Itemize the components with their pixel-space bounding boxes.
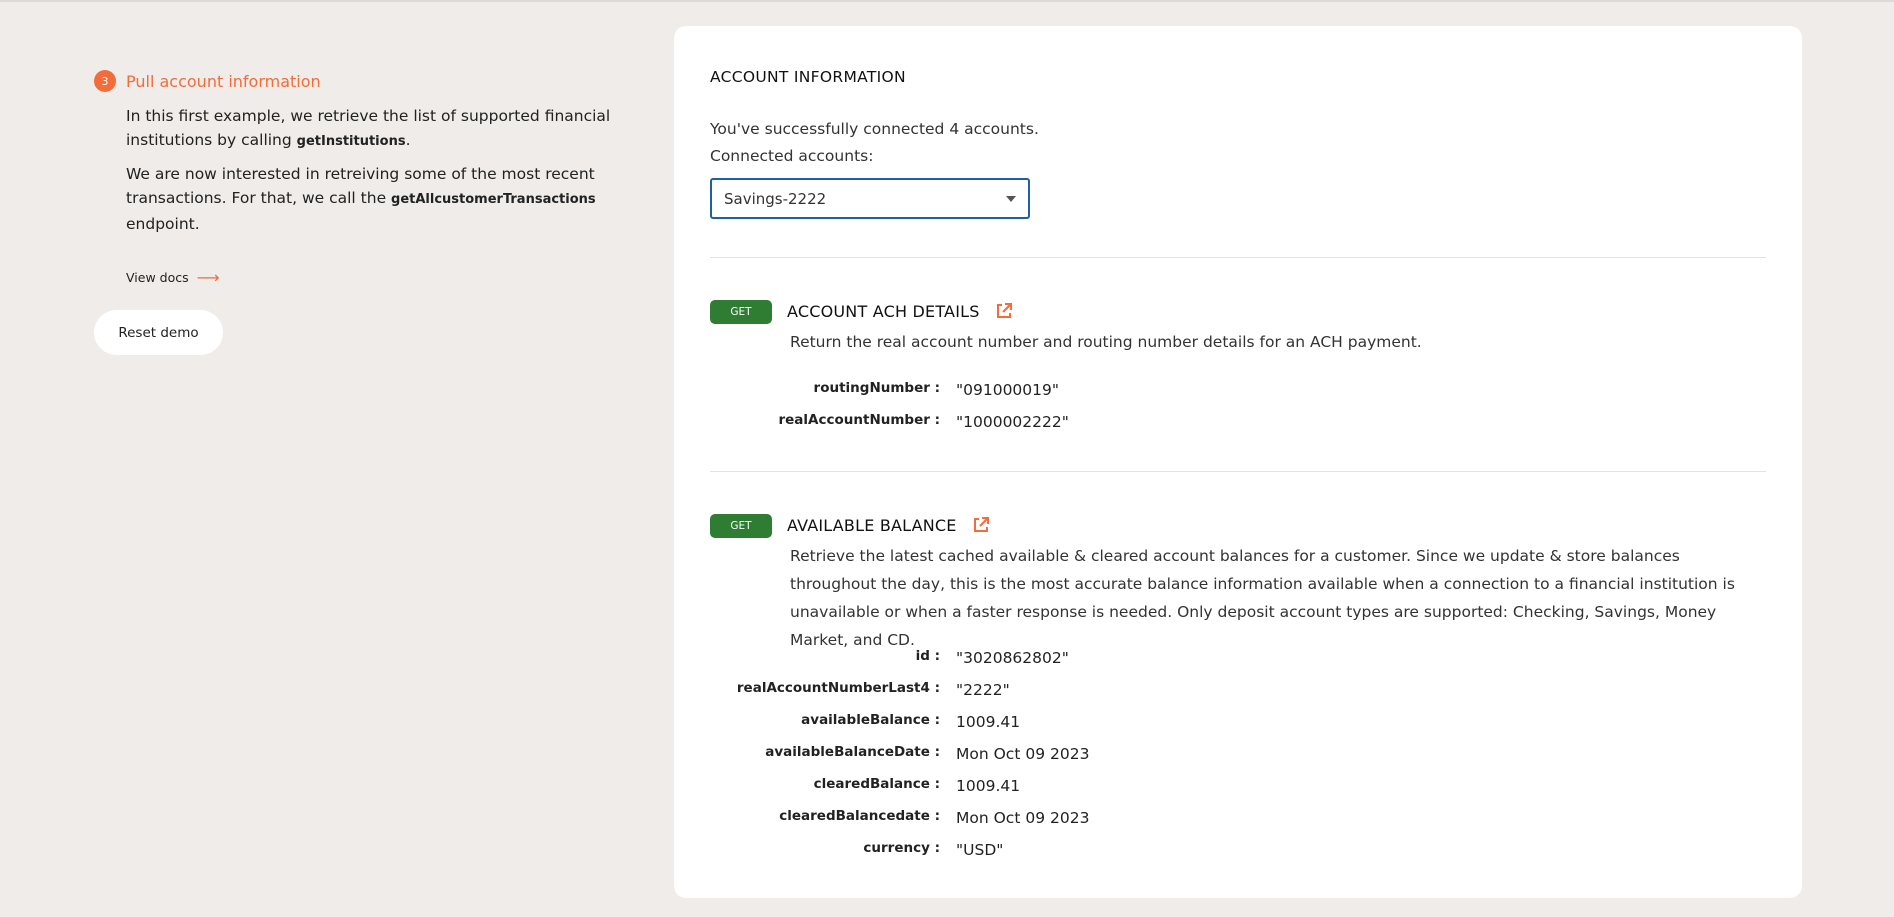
field-value: Mon Oct 09 2023	[956, 745, 1090, 763]
field-key: currency :	[863, 840, 940, 856]
account-select-value: Savings-2222	[724, 189, 827, 208]
field-key: realAccountNumber :	[778, 412, 940, 428]
field-row: routingNumber : "091000019"	[710, 380, 1510, 402]
external-link-icon[interactable]	[971, 515, 991, 535]
field-value: "091000019"	[956, 381, 1060, 399]
field-key: clearedBalancedate :	[779, 808, 940, 824]
endpoint-title: ACCOUNT ACH DETAILS	[787, 301, 1014, 321]
endpoint-title-text: ACCOUNT ACH DETAILS	[787, 301, 980, 321]
step-paragraph-2: We are now interested in retreiving some…	[126, 162, 626, 236]
endpoint-description: Return the real account number and routi…	[790, 333, 1422, 351]
step-paragraph-1: In this first example, we retrieve the l…	[126, 104, 626, 154]
step-panel: 3 Pull account information In this first…	[94, 70, 634, 244]
get-method-badge: GET	[710, 514, 772, 538]
field-value: "1000002222"	[956, 413, 1069, 431]
field-key: clearedBalance :	[813, 776, 940, 792]
field-value: "2222"	[956, 681, 1010, 699]
arrow-right-icon: ⟶	[196, 267, 220, 287]
step-title: Pull account information	[126, 71, 321, 91]
step-number-badge: 3	[94, 70, 116, 92]
section-title: ACCOUNT INFORMATION	[710, 68, 906, 86]
field-row: clearedBalancedate : Mon Oct 09 2023	[710, 808, 1510, 830]
field-row: realAccountNumberLast4 : "2222"	[710, 680, 1510, 702]
code-getinstitutions: getInstitutions	[296, 134, 406, 149]
divider	[710, 257, 1766, 258]
field-value: 1009.41	[956, 713, 1021, 731]
external-link-icon[interactable]	[994, 301, 1014, 321]
field-key: availableBalance :	[801, 712, 940, 728]
field-value: "USD"	[956, 841, 1004, 859]
field-row: clearedBalance : 1009.41	[710, 776, 1510, 798]
connected-status-text: You've successfully connected 4 accounts…	[710, 120, 1039, 138]
step-p2-suffix: endpoint.	[126, 215, 200, 233]
field-key: routingNumber :	[813, 380, 940, 396]
view-docs-link[interactable]: View docs ⟶	[126, 267, 220, 287]
field-key: id :	[915, 648, 940, 664]
top-border	[0, 0, 1894, 2]
field-value: Mon Oct 09 2023	[956, 809, 1090, 827]
endpoint-title: AVAILABLE BALANCE	[787, 515, 991, 535]
connected-accounts-label: Connected accounts:	[710, 147, 874, 165]
field-row: availableBalanceDate : Mon Oct 09 2023	[710, 744, 1510, 766]
account-select[interactable]: Savings-2222	[710, 178, 1030, 219]
field-row: currency : "USD"	[710, 840, 1510, 862]
field-value: "3020862802"	[956, 649, 1069, 667]
field-row: realAccountNumber : "1000002222"	[710, 412, 1510, 434]
get-method-badge: GET	[710, 300, 772, 324]
step-header: 3 Pull account information	[94, 70, 634, 92]
account-information-card: ACCOUNT INFORMATION You've successfully …	[674, 26, 1802, 898]
endpoint-title-text: AVAILABLE BALANCE	[787, 515, 957, 535]
field-row: id : "3020862802"	[710, 648, 1510, 670]
caret-down-icon	[1006, 196, 1016, 202]
step-p1-suffix: .	[405, 131, 411, 149]
field-value: 1009.41	[956, 777, 1021, 795]
endpoint-description: Retrieve the latest cached available & c…	[790, 547, 1735, 649]
code-getallcustomertransactions: getAllcustomerTransactions	[391, 192, 596, 207]
divider	[710, 471, 1766, 472]
reset-demo-button[interactable]: Reset demo	[94, 310, 223, 355]
field-row: availableBalance : 1009.41	[710, 712, 1510, 734]
view-docs-label: View docs	[126, 270, 189, 285]
field-key: availableBalanceDate :	[765, 744, 940, 760]
field-key: realAccountNumberLast4 :	[736, 680, 940, 696]
step-description: In this first example, we retrieve the l…	[126, 104, 626, 236]
